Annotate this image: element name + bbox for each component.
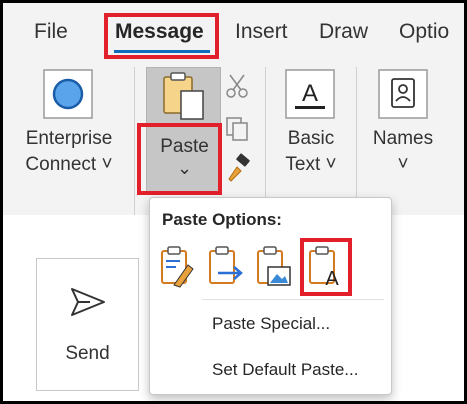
paste-special-item[interactable]: Paste Special... — [212, 314, 330, 334]
enterprise-connect-label-line1: Enterprise — [25, 128, 113, 149]
message-tab-highlight — [104, 13, 219, 59]
group-divider — [134, 67, 135, 215]
paste-main[interactable] — [147, 68, 220, 123]
send-arrow-icon — [71, 288, 105, 316]
send-label: Send — [65, 343, 110, 364]
set-default-paste-item[interactable]: Set Default Paste... — [212, 360, 358, 380]
copy-icon[interactable] — [225, 116, 251, 142]
group-divider — [356, 67, 357, 215]
names-label-line2: ˅ — [397, 154, 409, 175]
enterprise-connect-label-line2: Connect ˅ — [25, 154, 113, 175]
outlook-message-window: File Message Insert Draw Optio Enterpris… — [3, 3, 464, 401]
svg-text:A: A — [302, 80, 318, 107]
enterprise-connect-icon — [43, 69, 93, 119]
paste-button-highlight — [137, 123, 222, 195]
font-a-icon: A — [285, 69, 335, 119]
basic-text-label-line2: Text ˅ — [285, 154, 337, 175]
scissors-icon[interactable] — [224, 73, 250, 99]
send-button[interactable]: Send — [36, 258, 139, 391]
picture-paste-icon[interactable] — [254, 245, 294, 289]
keep-text-only-highlight — [300, 238, 352, 296]
basic-text-label-line1: Basic — [287, 128, 335, 149]
clipboard-paste-icon — [163, 72, 204, 120]
tab-insert[interactable]: Insert — [235, 20, 288, 44]
tab-file[interactable]: File — [34, 20, 68, 44]
tab-draw[interactable]: Draw — [319, 20, 368, 44]
tab-options[interactable]: Optio — [399, 20, 449, 44]
address-book-icon — [378, 69, 428, 119]
paste-options-title: Paste Options: — [162, 210, 282, 229]
merge-formatting-icon[interactable] — [206, 245, 246, 289]
names-label-line1: Names — [372, 128, 434, 149]
paste-options-menu: Paste Options: A Paste Special... Set De… — [149, 197, 392, 395]
menu-divider — [202, 299, 384, 300]
format-painter-icon[interactable] — [223, 153, 253, 183]
keep-source-formatting-icon[interactable] — [158, 245, 198, 289]
ribbon-tabs: File Message Insert Draw Optio — [3, 3, 464, 59]
group-divider — [265, 67, 266, 215]
